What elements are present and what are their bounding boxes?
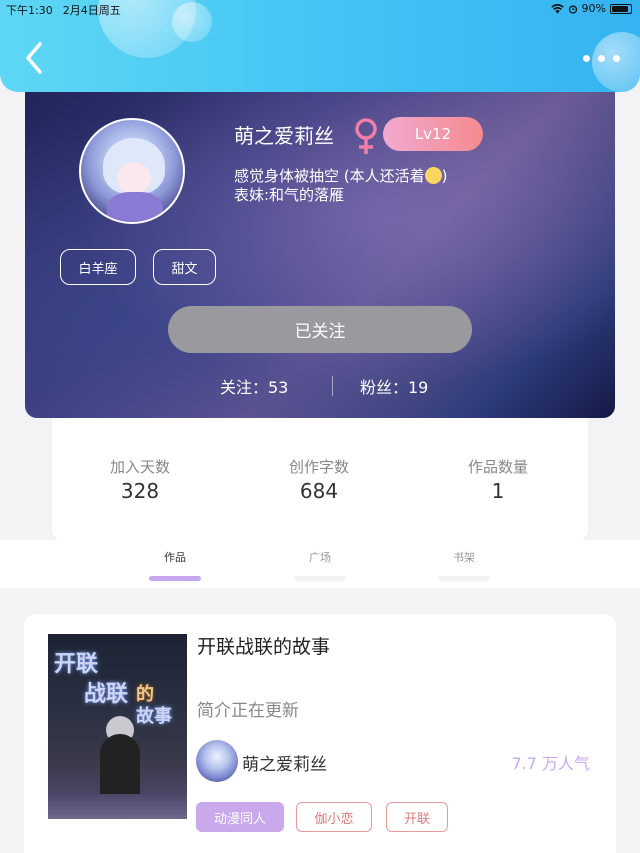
work-card[interactable]: 开联 战联 的 故事 开联战联的故事 简介正在更新 萌之爱莉丝 7.7 万人气 … [24,614,616,853]
genre-tag[interactable]: 伽小恋 [296,802,372,832]
stat-label: 创作字数 [288,458,349,476]
cover-text: 故事 [136,706,172,727]
followed-button[interactable]: 已关注 [168,306,472,353]
stat-value: 684 [299,479,339,503]
tab-label: 作品 [164,551,186,564]
more-options-button[interactable] [580,50,620,66]
emoji-icon [424,167,442,184]
female-gender-icon [355,118,377,154]
top-nav-bar: 下午1:30 2月4日周五 90% [0,0,640,92]
tab-plaza[interactable]: 广场 [280,549,360,581]
author-avatar[interactable] [196,740,238,782]
chevron-left-icon [26,42,42,74]
zodiac-tag[interactable]: 白羊座 [60,249,136,285]
stat-word-count: 创作字数 684 [249,456,389,503]
status-date: 2月4日周五 [62,4,121,17]
stat-join-days: 加入天数 328 [70,456,210,503]
tab-indicator [149,576,201,581]
following-count[interactable]: 关注：53 [220,374,288,398]
stat-work-count: 作品数量 1 [428,456,568,503]
creator-stats-panel: 加入天数 328 创作字数 684 作品数量 1 [52,400,588,541]
battery-percent: 90% [581,2,606,15]
tab-bar: 作品 广场 书架 [0,540,640,588]
tab-label: 广场 [309,551,331,564]
back-button[interactable] [20,40,52,76]
wifi-icon [550,3,564,13]
dot-icon [583,54,590,62]
status-bar: 下午1:30 2月4日周五 90% [0,0,640,18]
bio-line-2: 表妹:和气的落雁 [234,186,345,204]
profile-username: 萌之爱莉丝 [234,124,334,148]
dot-icon [613,54,620,62]
work-title[interactable]: 开联战联的故事 [197,632,330,659]
cover-text: 开联 [54,652,99,677]
bio-line-1-end: ) [441,167,448,185]
popularity-count: 7.7 万人气 [511,754,590,773]
fans-count[interactable]: 粉丝：19 [360,374,428,398]
stat-label: 作品数量 [467,458,528,476]
profile-bio: 感觉身体被抽空 (本人还活着) 表妹:和气的落雁 [234,167,447,205]
stat-value: 1 [491,479,505,503]
stat-value: 328 [120,479,160,503]
avatar[interactable] [79,118,185,224]
genre-tag[interactable]: 动漫同人 [196,802,284,832]
tab-bookshelf[interactable]: 书架 [424,549,504,581]
cover-text: 战联 [84,682,129,707]
bio-line-1: 感觉身体被抽空 (本人还活着 [234,167,425,185]
tab-label: 书架 [453,551,475,564]
tab-works[interactable]: 作品 [135,549,215,581]
style-tag[interactable]: 甜文 [153,249,216,285]
dot-icon [598,54,605,62]
work-description: 简介正在更新 [197,701,299,721]
divider [332,376,333,396]
author-name[interactable]: 萌之爱莉丝 [242,750,327,775]
battery-icon [610,3,632,14]
genre-tag[interactable]: 开联 [386,802,448,832]
book-cover[interactable]: 开联 战联 的 故事 [48,634,187,819]
stat-label: 加入天数 [109,458,170,476]
level-badge: Lv12 [383,117,483,151]
profile-card: 萌之爱莉丝 Lv12 感觉身体被抽空 (本人还活着) 表妹:和气的落雁 白羊座 … [25,80,615,418]
tab-indicator [438,576,490,581]
follow-stats: 关注：53 粉丝：19 [25,374,615,398]
tab-indicator [294,576,346,581]
alarm-icon [568,4,577,14]
status-time: 下午1:30 [6,4,53,17]
